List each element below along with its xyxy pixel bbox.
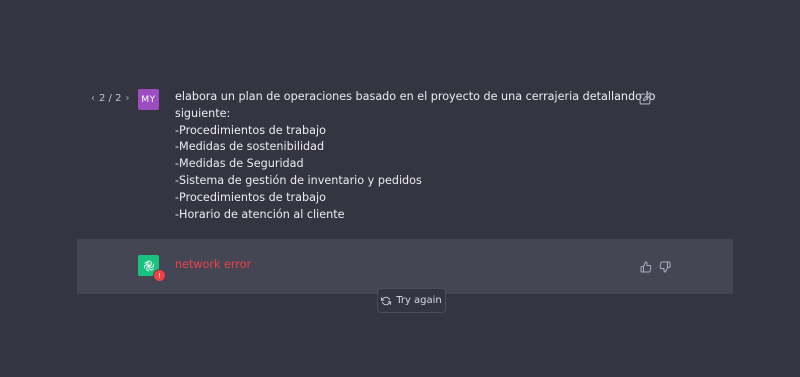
chat-page: ‹ 2 / 2 › MY elabora un plan de operacio…	[0, 0, 800, 377]
user-message-text: elabora un plan de operaciones basado en…	[175, 89, 656, 223]
pager-label: 2 / 2	[99, 93, 122, 104]
assistant-message-row: ! network error	[77, 239, 733, 294]
pager-prev-button[interactable]: ‹	[91, 93, 95, 104]
response-pager: ‹ 2 / 2 ›	[91, 93, 129, 104]
try-again-button[interactable]: Try again	[377, 288, 446, 313]
openai-logo-icon	[143, 259, 154, 272]
user-message-line: -Horario de atención al cliente	[175, 207, 345, 221]
user-avatar: MY	[138, 89, 159, 110]
user-message-line: -Medidas de Seguridad	[175, 157, 304, 171]
user-message-row: ‹ 2 / 2 › MY elabora un plan de operacio…	[77, 80, 733, 238]
network-error-text: network error	[175, 258, 252, 271]
error-badge: !	[153, 269, 166, 282]
user-message-line: elabora un plan de operaciones basado en…	[175, 90, 656, 103]
user-message-line: siguiente:	[175, 106, 231, 120]
thumbs-down-icon[interactable]	[659, 258, 671, 273]
thumbs-up-icon[interactable]	[640, 258, 652, 273]
pager-next-button[interactable]: ›	[125, 93, 129, 104]
user-message-line: -Procedimientos de trabajo	[175, 190, 326, 204]
user-message-line: -Medidas de sostenibilidad	[175, 140, 325, 154]
refresh-icon	[381, 296, 392, 305]
user-message-line: -Procedimientos de trabajo	[175, 123, 326, 137]
try-again-label: Try again	[396, 295, 442, 306]
user-message-line: -Sistema de gestión de inventario y pedi…	[175, 173, 422, 187]
pencil-edit-icon[interactable]	[639, 90, 652, 105]
